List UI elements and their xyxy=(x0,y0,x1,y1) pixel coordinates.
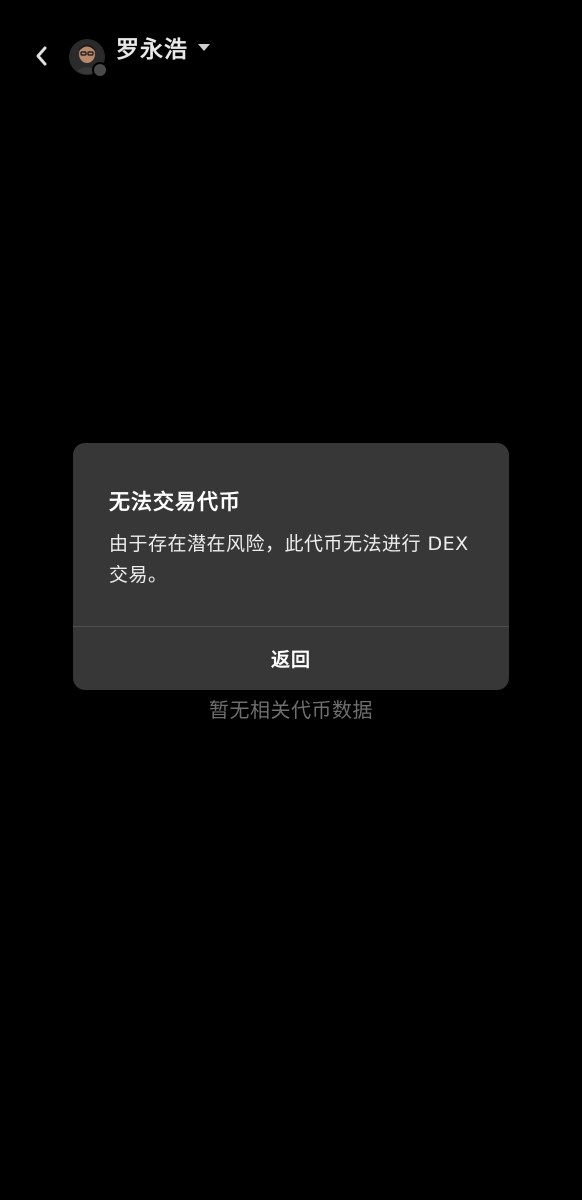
empty-state-text: 暂无相关代币数据 xyxy=(209,698,373,722)
top-bar: 罗永浩 xyxy=(0,0,582,100)
caret-down-icon xyxy=(198,43,210,51)
account-switcher[interactable]: 罗永浩 xyxy=(116,30,210,64)
dialog-message: 由于存在潜在风险，此代币无法进行 DEX 交易。 xyxy=(109,533,469,586)
chevron-left-icon xyxy=(36,46,47,66)
alert-dialog: 无法交易代币 由于存在潜在风险，此代币无法进行 DEX 交易。 返回 xyxy=(73,443,509,690)
account-name: 罗永浩 xyxy=(116,37,188,63)
return-button[interactable]: 返回 xyxy=(73,627,509,690)
back-button[interactable] xyxy=(24,38,60,74)
dialog-title: 无法交易代币 xyxy=(109,490,241,514)
avatar-badge xyxy=(92,62,108,78)
